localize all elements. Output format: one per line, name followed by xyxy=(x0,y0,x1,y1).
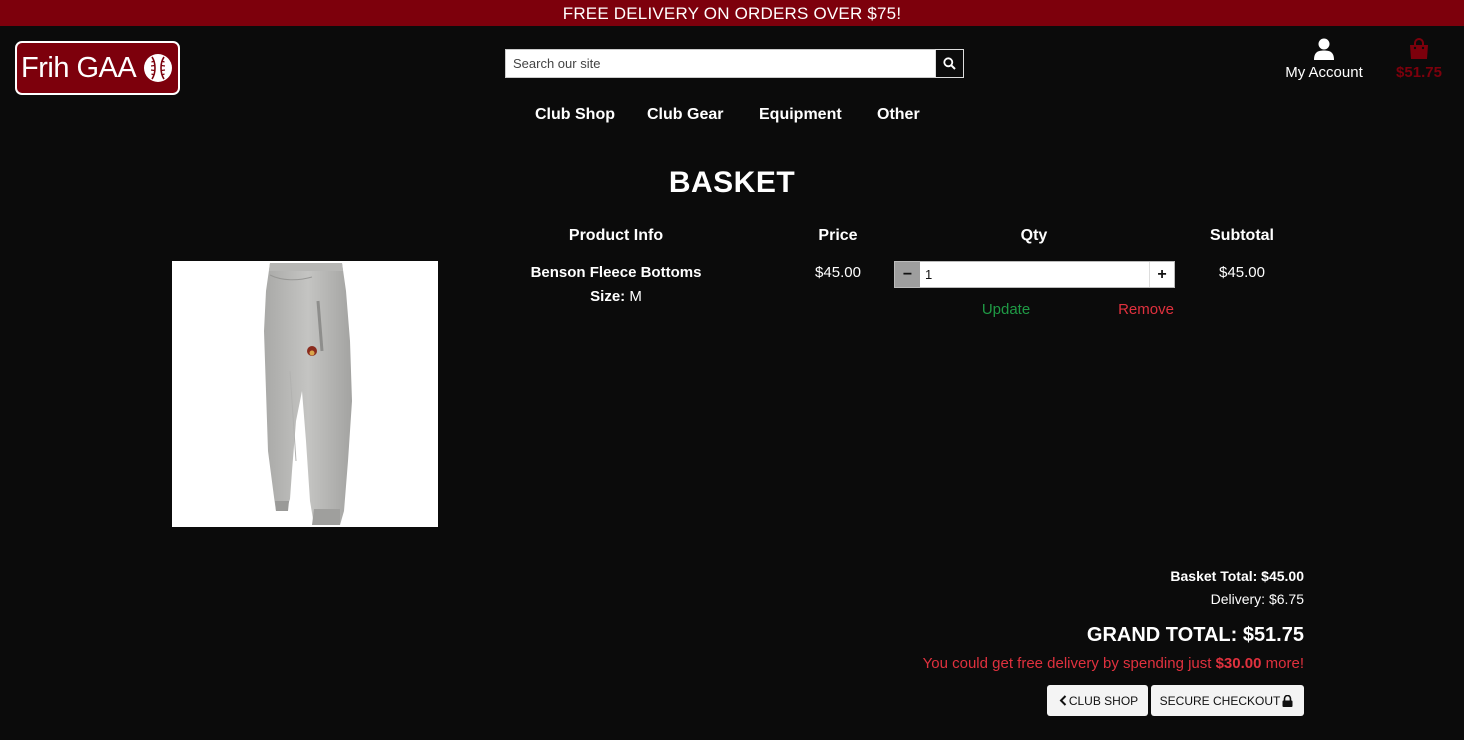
page-title: BASKET xyxy=(668,166,796,199)
update-link[interactable]: Update xyxy=(958,301,1054,318)
product-subtotal: $45.00 xyxy=(1219,264,1265,281)
notice-prefix: You could get free delivery by spending … xyxy=(922,655,1216,672)
banner-text: FREE DELIVERY ON ORDERS OVER $75! xyxy=(562,4,902,23)
search-bar xyxy=(505,49,964,78)
nav-item-equipment[interactable]: Equipment xyxy=(759,106,842,124)
logo-text: Frih GAA xyxy=(21,51,137,84)
product-size: Size: M xyxy=(516,288,716,305)
header-qty: Qty xyxy=(1020,227,1048,244)
lock-icon xyxy=(1282,694,1293,707)
main-nav: Club Shop Club Gear Equipment Other xyxy=(0,106,1464,130)
basket-total: Basket Total: $45.00 xyxy=(1170,568,1304,584)
sliotar-ball-icon xyxy=(144,54,173,82)
product-name: Benson Fleece Bottoms xyxy=(530,264,702,281)
header-price: Price xyxy=(818,227,858,244)
secure-checkout-button[interactable]: SECURE CHECKOUT xyxy=(1151,685,1304,716)
delivery-cost: Delivery: $6.75 xyxy=(1210,591,1304,607)
header-product-info: Product Info xyxy=(568,227,664,244)
remove-link[interactable]: Remove xyxy=(1098,301,1194,318)
fleece-bottoms-image xyxy=(264,263,352,525)
quantity-stepper: − + xyxy=(894,261,1175,288)
increment-button[interactable]: + xyxy=(1149,262,1174,287)
user-icon xyxy=(1314,38,1334,60)
cart-link[interactable]: $51.75 xyxy=(1390,38,1448,82)
notice-suffix: more! xyxy=(1261,655,1304,672)
free-delivery-notice: You could get free delivery by spending … xyxy=(923,655,1304,672)
secure-checkout-label: SECURE CHECKOUT xyxy=(1159,693,1281,708)
cart-total: $51.75 xyxy=(1396,64,1442,81)
club-shop-label: CLUB SHOP xyxy=(1068,693,1139,708)
header-subtotal: Subtotal xyxy=(1210,227,1274,244)
product-image xyxy=(172,261,438,527)
size-value: M xyxy=(629,288,642,305)
logo-link[interactable]: Frih GAA xyxy=(15,41,180,95)
nav-item-other[interactable]: Other xyxy=(877,106,920,124)
search-button[interactable] xyxy=(935,49,964,78)
product-price: $45.00 xyxy=(815,264,861,281)
shopping-bag-icon xyxy=(1410,38,1428,59)
search-input[interactable] xyxy=(505,49,935,78)
search-icon xyxy=(943,57,956,70)
nav-item-club-shop[interactable]: Club Shop xyxy=(535,106,615,124)
minus-icon: − xyxy=(902,265,913,283)
decrement-button[interactable]: − xyxy=(895,262,920,287)
club-shop-button[interactable]: CLUB SHOP xyxy=(1047,685,1148,716)
grand-total: GRAND TOTAL: $51.75 xyxy=(1086,624,1304,646)
notice-amount: $30.00 xyxy=(1215,655,1262,672)
nav-item-club-gear[interactable]: Club Gear xyxy=(647,106,723,124)
quantity-input[interactable] xyxy=(920,262,1149,287)
plus-icon: + xyxy=(1157,265,1167,283)
delivery-banner: FREE DELIVERY ON ORDERS OVER $75! xyxy=(0,0,1464,26)
my-account-link[interactable]: My Account xyxy=(1276,38,1372,82)
size-label: Size: xyxy=(590,288,626,305)
my-account-label: My Account xyxy=(1285,64,1363,81)
chevron-left-icon xyxy=(1059,695,1067,706)
